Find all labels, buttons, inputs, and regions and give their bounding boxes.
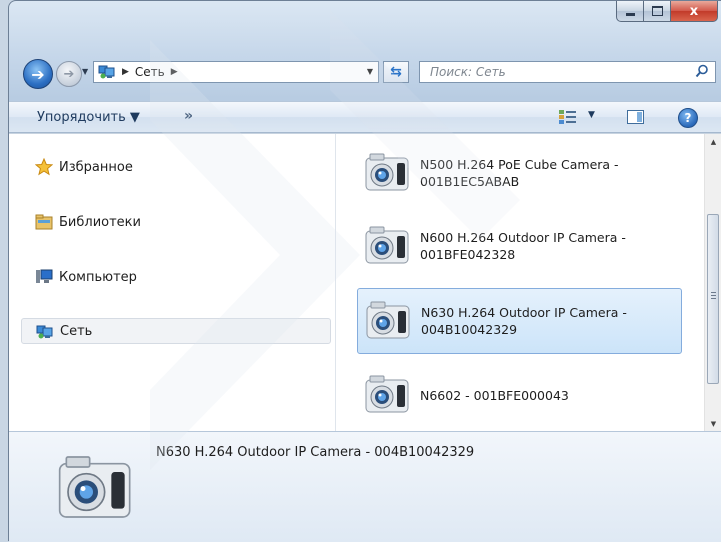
list-item-label: N6602 - 001BFE000043 — [420, 387, 660, 404]
camera-icon — [47, 447, 139, 530]
forward-button[interactable]: ➔ — [56, 61, 82, 87]
search-icon[interactable] — [695, 64, 709, 81]
star-icon — [35, 158, 53, 176]
search-input[interactable]: Поиск: Сеть — [419, 61, 716, 83]
list-item-label: N500 H.264 PoE Cube Camera - 001B1EC5ABAB — [420, 156, 660, 190]
breadcrumb-chevron-icon[interactable]: ▶ — [171, 67, 178, 77]
sidebar-item-computer[interactable]: Компьютер — [21, 264, 331, 290]
sidebar-item-label: Сеть — [60, 323, 93, 339]
list-item-title: N500 H.264 PoE Cube Camera - — [420, 157, 619, 172]
network-icon — [98, 63, 116, 82]
address-dropdown-icon[interactable]: ▼ — [367, 67, 373, 76]
camera-icon — [361, 296, 413, 347]
address-bar[interactable]: ▶ Сеть ▶ ▼ — [93, 61, 379, 83]
window-controls: x — [616, 1, 718, 22]
organize-menu[interactable]: Упорядочить ▼ — [37, 110, 140, 125]
minimize-button[interactable] — [616, 1, 644, 22]
breadcrumb-network[interactable]: Сеть — [135, 65, 165, 79]
help-icon[interactable]: ? — [678, 108, 698, 128]
sidebar-item-network[interactable]: Сеть — [21, 318, 331, 344]
scroll-down-arrow-icon[interactable]: ▼ — [705, 416, 721, 432]
refresh-icon: ⇆ — [390, 64, 402, 80]
list-item-title: N6602 - 001BFE000043 — [420, 387, 569, 403]
sidebar-item-label: Библиотеки — [59, 214, 141, 230]
sidebar-item-favorites[interactable]: Избранное — [21, 154, 331, 180]
camera-icon — [360, 148, 412, 199]
list-item-id: 001BFE042328 — [420, 247, 516, 262]
list-item-id: 004B10042329 — [421, 322, 518, 337]
details-item-name: N630 H.264 Outdoor IP Camera - 004B10042… — [156, 445, 475, 460]
list-item-label: N600 H.264 Outdoor IP Camera - 001BFE0423… — [420, 229, 660, 263]
list-item[interactable]: N600 H.264 Outdoor IP Camera - 001BFE0423… — [357, 213, 682, 279]
explorer-window: x ➔ ➔ ▼ ▶ Сеть ▶ ▼ ⇆ Поиск: Сеть Упорядо… — [8, 0, 721, 542]
change-view-dropdown[interactable]: ▼ — [588, 110, 595, 120]
list-item[interactable]: N500 H.264 PoE Cube Camera - 001B1EC5ABAB — [357, 140, 682, 206]
content-area: Избранное Библиотеки Компьютер Сеть N500… — [9, 133, 721, 432]
breadcrumb-chevron-icon[interactable]: ▶ — [122, 67, 129, 77]
scrollbar-thumb[interactable] — [707, 214, 719, 384]
recent-pages-dropdown[interactable]: ▼ — [82, 67, 88, 76]
list-item-id: 001B1EC5ABAB — [420, 174, 520, 189]
close-icon: x — [689, 3, 699, 19]
preview-pane-icon[interactable] — [627, 110, 644, 124]
more-commands-button[interactable]: » — [184, 108, 193, 124]
list-item[interactable]: N6602 - 001BFE000043 — [357, 362, 682, 428]
scroll-up-arrow-icon[interactable]: ▲ — [705, 134, 721, 150]
grip-icon — [711, 295, 716, 296]
list-item-label: N630 H.264 Outdoor IP Camera - 004B100423… — [421, 304, 661, 338]
search-placeholder: Поиск: Сеть — [430, 65, 506, 79]
details-pane: N630 H.264 Outdoor IP Camera - 004B10042… — [9, 431, 721, 542]
sidebar-item-libraries[interactable]: Библиотеки — [21, 209, 331, 235]
sidebar-item-label: Избранное — [59, 159, 133, 175]
camera-icon — [360, 221, 412, 272]
file-list: N500 H.264 PoE Cube Camera - 001B1EC5ABAB… — [336, 134, 705, 432]
maximize-button[interactable] — [644, 1, 671, 22]
computer-icon — [35, 268, 53, 286]
network-icon — [36, 322, 54, 340]
command-bar: Упорядочить ▼ » ▼ ? — [9, 101, 721, 133]
back-button[interactable]: ➔ — [23, 59, 53, 89]
arrow-right-icon: ➔ — [63, 66, 75, 82]
list-item-title: N600 H.264 Outdoor IP Camera - — [420, 230, 626, 245]
refresh-button[interactable]: ⇆ — [383, 61, 409, 83]
list-item-title: N630 H.264 Outdoor IP Camera - — [421, 305, 627, 320]
change-view-icon[interactable] — [558, 109, 578, 128]
vertical-scrollbar[interactable]: ▲ ▼ — [704, 134, 721, 432]
list-item-selected[interactable]: N630 H.264 Outdoor IP Camera - 004B100423… — [357, 288, 682, 354]
libraries-icon — [35, 213, 53, 231]
navigation-bar: ➔ ➔ ▼ ▶ Сеть ▶ ▼ ⇆ Поиск: Сеть — [9, 59, 721, 89]
minimize-icon — [625, 12, 635, 16]
close-button[interactable]: x — [671, 1, 718, 22]
maximize-icon — [651, 6, 663, 16]
navigation-pane: Избранное Библиотеки Компьютер Сеть — [9, 134, 336, 432]
camera-icon — [360, 370, 412, 421]
arrow-left-icon: ➔ — [31, 64, 45, 84]
sidebar-item-label: Компьютер — [59, 269, 137, 285]
